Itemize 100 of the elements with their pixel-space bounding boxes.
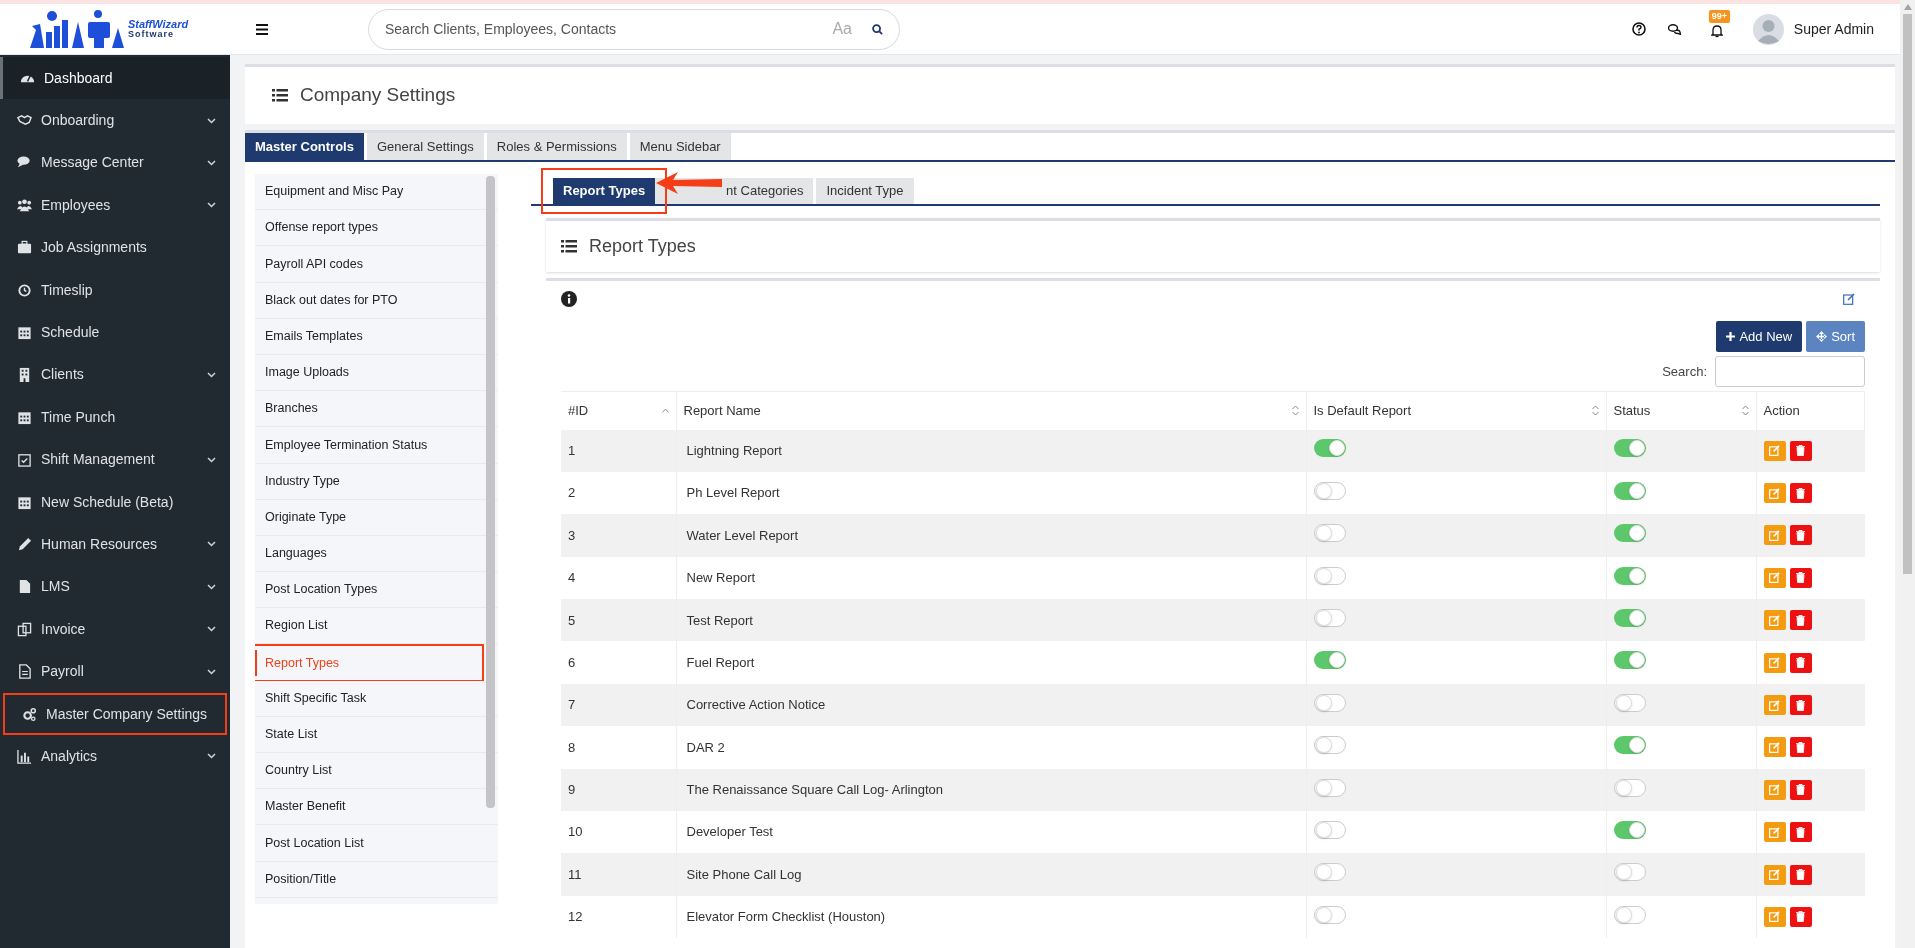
settings-list-item[interactable]: Report Types: [255, 644, 484, 681]
tab[interactable]: General Settings: [366, 133, 484, 160]
toggle-switch[interactable]: [1313, 778, 1346, 797]
toggle-switch[interactable]: [1313, 609, 1346, 627]
sidebar-item[interactable]: New Schedule (Beta): [0, 480, 230, 524]
edit-button[interactable]: [1763, 695, 1786, 716]
user-name[interactable]: Super Admin: [1793, 18, 1874, 40]
table-row[interactable]: 1 Lightning Report: [561, 429, 1865, 472]
toggle-switch[interactable]: [1313, 693, 1346, 712]
edit-button[interactable]: [1763, 779, 1786, 800]
toggle-switch[interactable]: [1313, 524, 1346, 543]
sidebar-item[interactable]: Invoice: [0, 608, 230, 651]
edit-button[interactable]: [1763, 440, 1786, 461]
delete-button[interactable]: [1789, 610, 1812, 631]
sidebar-item[interactable]: Payroll: [0, 650, 230, 693]
info-icon[interactable]: [561, 291, 577, 307]
toggle-switch[interactable]: [1613, 905, 1646, 924]
help-icon[interactable]: [1631, 22, 1646, 36]
settings-list-item[interactable]: Post Location List: [255, 825, 498, 862]
sidebar-item[interactable]: Shift Management: [0, 438, 230, 481]
edit-icon[interactable]: [1843, 293, 1855, 305]
sidebar-item[interactable]: Schedule: [0, 311, 230, 354]
column-header[interactable]: #ID: [561, 391, 676, 430]
toggle-switch[interactable]: [1613, 566, 1646, 585]
column-header[interactable]: Status: [1606, 391, 1756, 430]
avatar-icon[interactable]: [1752, 13, 1784, 45]
edit-button[interactable]: [1763, 483, 1786, 504]
edit-button[interactable]: [1763, 610, 1786, 631]
table-row[interactable]: 6 Fuel Report: [561, 641, 1865, 684]
edit-button[interactable]: [1763, 652, 1786, 673]
toggle-switch[interactable]: [1313, 863, 1346, 882]
delete-button[interactable]: [1789, 864, 1812, 885]
toggle-switch[interactable]: [1313, 566, 1346, 585]
toggle-switch[interactable]: [1313, 481, 1346, 500]
delete-button[interactable]: [1789, 567, 1812, 588]
toggle-switch[interactable]: [1613, 778, 1646, 797]
table-row[interactable]: 11 Site Phone Call Log: [561, 853, 1865, 896]
toggle-switch[interactable]: [1313, 651, 1346, 670]
sidebar-item[interactable]: Time Punch: [0, 396, 230, 439]
toggle-switch[interactable]: [1613, 439, 1646, 458]
tab[interactable]: Menu Sidebar: [629, 133, 731, 160]
toggle-switch[interactable]: [1613, 609, 1646, 627]
table-row[interactable]: 7 Corrective Action Notice: [561, 683, 1865, 727]
table-row[interactable]: 3 Water Level Report: [561, 514, 1865, 557]
sidebar-item[interactable]: Onboarding: [0, 99, 230, 142]
add-new-button[interactable]: Add New: [1716, 321, 1803, 352]
bell-icon[interactable]: [1710, 24, 1723, 38]
edit-button[interactable]: [1763, 737, 1786, 758]
toggle-switch[interactable]: [1313, 820, 1346, 839]
sidebar-item[interactable]: LMS: [0, 565, 230, 609]
sidebar-item[interactable]: Employees: [0, 184, 230, 227]
column-header[interactable]: Report Name: [676, 391, 1306, 430]
delete-button[interactable]: [1789, 440, 1812, 461]
table-search-field[interactable]: [1715, 356, 1865, 387]
scrollbar-thumb[interactable]: [486, 176, 495, 808]
search-icon[interactable]: [872, 23, 883, 35]
toggle-switch[interactable]: [1613, 481, 1646, 500]
sidebar-item[interactable]: Job Assignments: [0, 226, 230, 269]
edit-button[interactable]: [1763, 567, 1786, 588]
toggle-switch[interactable]: [1613, 863, 1646, 882]
sidebar-item[interactable]: Analytics: [0, 735, 230, 778]
toggle-switch[interactable]: [1613, 693, 1646, 712]
tab[interactable]: Incident Type: [816, 178, 914, 204]
delete-button[interactable]: [1789, 907, 1812, 927]
column-header[interactable]: Action: [1756, 391, 1865, 430]
tab[interactable]: Report Types: [553, 178, 656, 204]
scrollbar-thumb[interactable]: [1903, 14, 1912, 574]
menu-icon[interactable]: [256, 23, 268, 35]
edit-button[interactable]: [1763, 864, 1786, 885]
toggle-switch[interactable]: [1613, 524, 1646, 543]
sidebar-item[interactable]: Human Resources: [0, 523, 230, 566]
delete-button[interactable]: [1789, 779, 1812, 800]
edit-button[interactable]: [1763, 822, 1786, 843]
tab[interactable]: Master Controls: [245, 133, 364, 160]
delete-button[interactable]: [1789, 737, 1812, 758]
delete-button[interactable]: [1789, 483, 1812, 504]
sidebar-item[interactable]: Dashboard: [0, 57, 230, 100]
toggle-switch[interactable]: [1313, 905, 1346, 924]
edit-button[interactable]: [1763, 907, 1786, 927]
sidebar-item[interactable]: Timeslip: [0, 268, 230, 312]
delete-button[interactable]: [1789, 652, 1812, 673]
toggle-switch[interactable]: [1613, 820, 1646, 839]
tab[interactable]: Roles & Permissions: [486, 133, 627, 160]
column-header[interactable]: Is Default Report: [1306, 391, 1606, 430]
chat-icon[interactable]: [1667, 23, 1681, 35]
toggle-switch[interactable]: [1313, 439, 1346, 458]
delete-button[interactable]: [1789, 695, 1812, 716]
sort-button[interactable]: Sort: [1806, 321, 1865, 352]
table-row[interactable]: 12 Elevator Form Checklist (Houston): [561, 895, 1865, 939]
settings-list-item[interactable]: Position/Title: [255, 861, 498, 898]
delete-button[interactable]: [1789, 822, 1812, 843]
table-row[interactable]: 8 DAR 2: [561, 726, 1865, 769]
scroll-up-icon[interactable]: [1903, 4, 1912, 10]
sidebar-item[interactable]: Master Company Settings: [3, 692, 227, 736]
delete-button[interactable]: [1789, 525, 1812, 546]
edit-button[interactable]: [1763, 525, 1786, 546]
toggle-switch[interactable]: [1313, 736, 1346, 755]
table-row[interactable]: 9 The Renaissance Square Call Log- Arlington: [561, 768, 1865, 811]
toggle-switch[interactable]: [1613, 651, 1646, 670]
toggle-switch[interactable]: [1613, 736, 1646, 755]
